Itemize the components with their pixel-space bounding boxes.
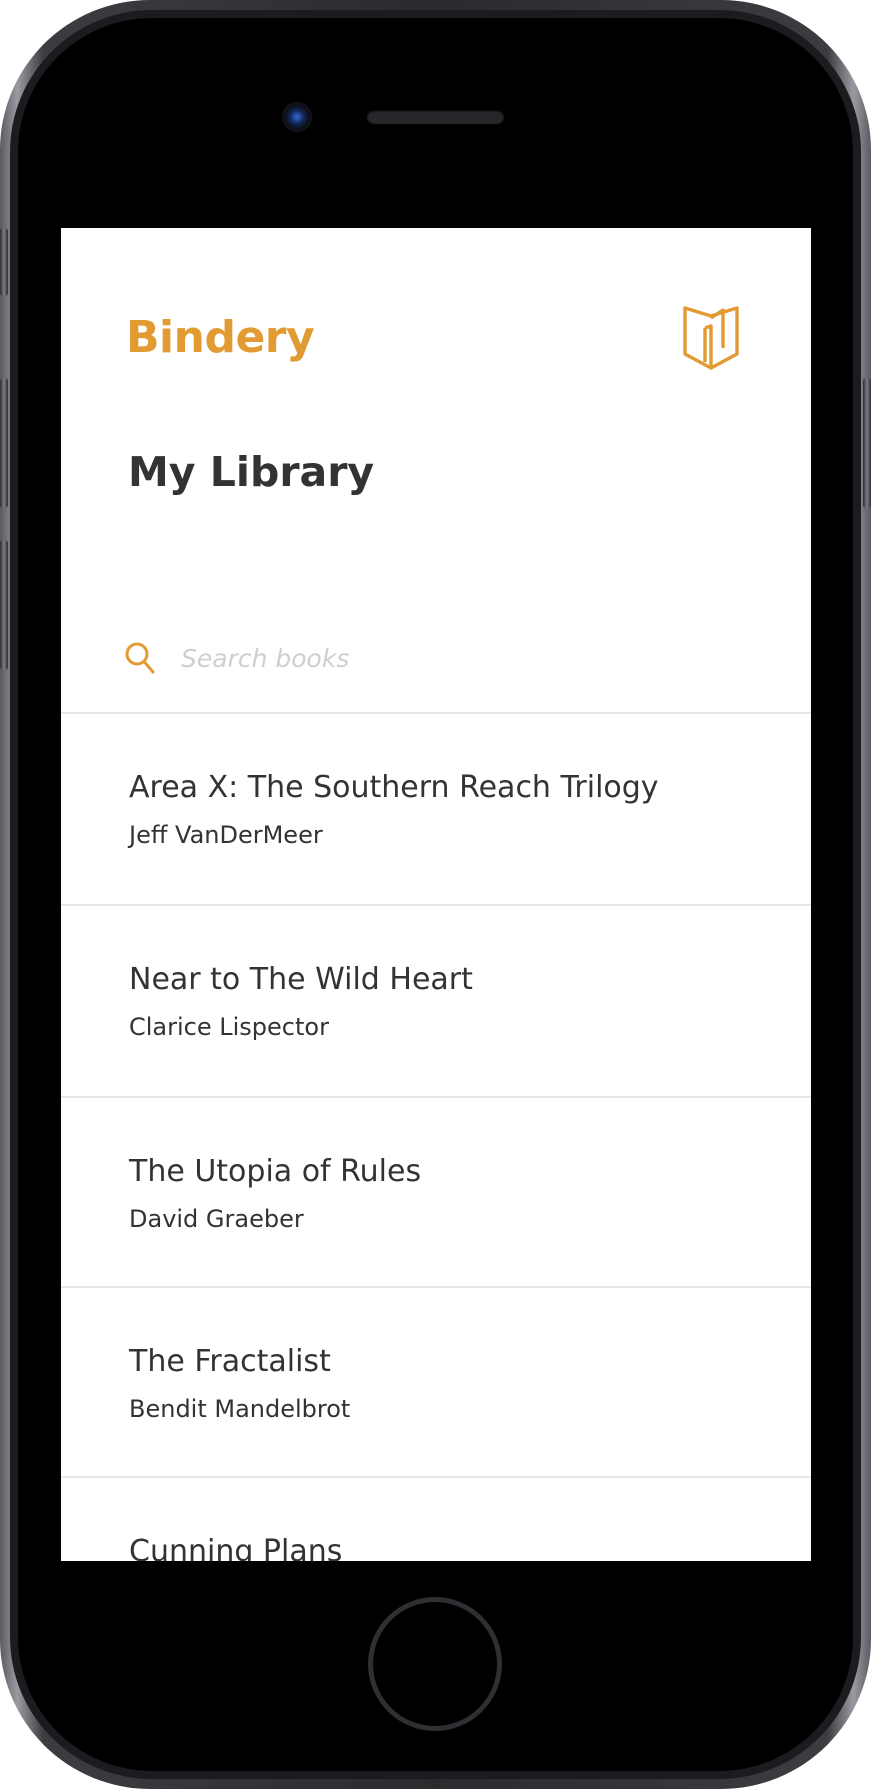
book-author: Jeff VanDerMeer [129,821,323,849]
book-title: The Fractalist [129,1344,331,1379]
book-list-item[interactable]: The Fractalist Bendit Mandelbrot [61,1288,811,1478]
book-list-item[interactable]: Near to The Wild Heart Clarice Lispector [61,906,811,1098]
book-author: David Graeber [129,1205,304,1233]
volume-down-button [0,540,8,670]
book-list: Area X: The Southern Reach Trilogy Jeff … [61,714,811,1561]
search-icon [125,642,155,674]
book-author: Clarice Lispector [129,1013,329,1041]
book-title: Near to The Wild Heart [129,962,473,997]
front-camera [282,102,312,132]
search-bar[interactable] [61,628,811,714]
page-title: My Library [128,448,375,496]
book-list-item[interactable]: Cunning Plans [61,1478,811,1561]
mute-switch [0,228,8,296]
book-title: Cunning Plans [129,1534,343,1561]
earpiece-speaker [367,110,504,124]
book-title: The Utopia of Rules [129,1154,422,1189]
app-screen: Bindery My Library Area X: The Southern … [61,228,811,1561]
book-author: Bendit Mandelbrot [129,1395,351,1423]
volume-up-button [0,378,8,508]
power-button [863,378,871,508]
search-input[interactable] [181,638,761,678]
home-button[interactable] [368,1597,502,1731]
book-icon[interactable] [681,306,741,372]
book-list-item[interactable]: Area X: The Southern Reach Trilogy Jeff … [61,714,811,906]
app-brand: Bindery [126,312,315,363]
book-list-item[interactable]: The Utopia of Rules David Graeber [61,1098,811,1288]
book-title: Area X: The Southern Reach Trilogy [129,770,659,805]
